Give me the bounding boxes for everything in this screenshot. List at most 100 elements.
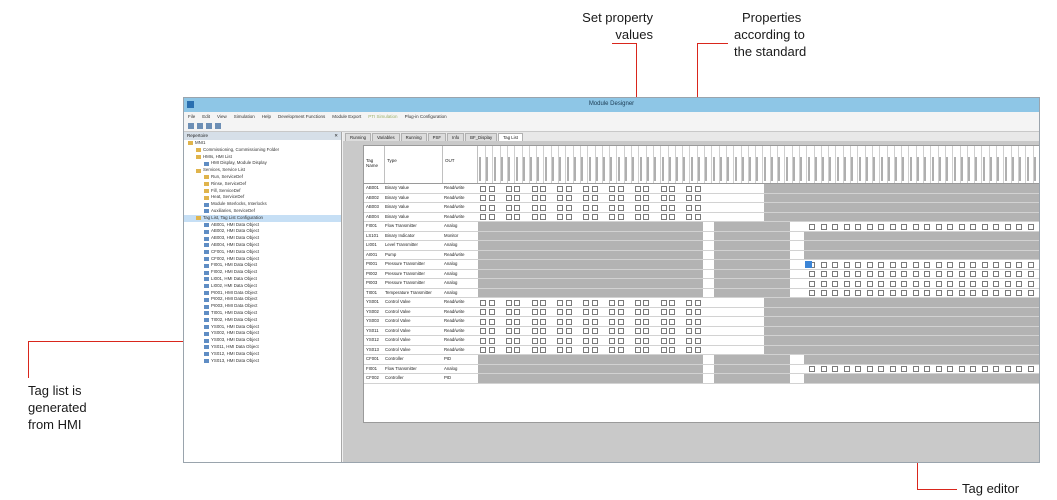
property-checkbox[interactable] — [566, 299, 572, 306]
property-checkbox[interactable] — [583, 328, 590, 334]
cell-type[interactable]: Controller — [385, 374, 441, 383]
cell-tag[interactable]: AI001 — [366, 251, 384, 260]
property-checkbox[interactable] — [1027, 261, 1034, 268]
property-checkbox[interactable] — [878, 261, 884, 268]
property-checkbox[interactable] — [505, 318, 512, 325]
property-checkbox[interactable] — [889, 223, 896, 230]
property-checkbox[interactable] — [878, 366, 884, 372]
cell-tag[interactable]: TI001 — [366, 289, 384, 298]
cell-type[interactable]: Flow Transmitter — [385, 222, 441, 231]
property-checkbox[interactable] — [505, 185, 512, 192]
property-checkbox[interactable] — [843, 223, 850, 230]
property-checkbox[interactable] — [540, 347, 547, 353]
property-checkbox[interactable] — [617, 185, 624, 192]
property-checkbox[interactable] — [947, 280, 953, 287]
property-checkbox[interactable] — [617, 204, 624, 211]
property-checkbox[interactable] — [488, 195, 495, 201]
property-checkbox[interactable] — [566, 347, 572, 353]
property-checkbox[interactable] — [832, 280, 838, 287]
property-checkbox[interactable] — [591, 185, 598, 192]
property-checkbox[interactable] — [901, 280, 907, 287]
property-checkbox[interactable] — [566, 185, 572, 192]
property-checkbox[interactable] — [855, 261, 861, 268]
save-icon[interactable] — [206, 123, 212, 129]
cell-cls[interactable]: Read/write — [444, 203, 474, 212]
tree-item[interactable]: TI001, HMI Data Object — [184, 310, 341, 317]
cell-cls[interactable]: Read/write — [444, 251, 474, 260]
property-checkbox[interactable] — [947, 290, 953, 296]
table-row[interactable]: FI001 Flow Transmitter Analog — [364, 222, 1039, 232]
property-checkbox[interactable] — [878, 290, 884, 296]
property-checkbox[interactable] — [1016, 290, 1022, 296]
property-checkbox[interactable] — [609, 337, 615, 344]
cell-tag[interactable]: AB003 — [366, 203, 384, 212]
property-checkbox[interactable] — [947, 223, 953, 230]
table-row[interactable]: AB004 Binary Value Read/write — [364, 212, 1039, 222]
property-checkbox[interactable] — [901, 366, 907, 372]
table-row[interactable]: LS101 Binary Indicator Monitor — [364, 231, 1039, 241]
cell-cls[interactable]: Read/write — [444, 194, 474, 203]
property-checkbox[interactable] — [669, 337, 676, 344]
table-row[interactable]: YS012 Control Valve Read/write — [364, 336, 1039, 346]
property-checkbox[interactable] — [878, 280, 884, 287]
property-checkbox[interactable] — [540, 309, 547, 315]
tree-item[interactable]: Heat, ServiceDef — [184, 194, 341, 201]
property-checkbox[interactable] — [488, 214, 495, 220]
property-checkbox[interactable] — [809, 280, 815, 287]
property-checkbox[interactable] — [695, 185, 701, 192]
property-checkbox[interactable] — [488, 328, 495, 334]
property-checkbox[interactable] — [488, 347, 495, 353]
property-checkbox[interactable] — [540, 328, 547, 334]
property-checkbox[interactable] — [820, 366, 827, 372]
property-checkbox[interactable] — [947, 366, 953, 372]
tree-item[interactable]: YS003, HMI Data Object — [184, 337, 341, 344]
menu-plugin-configuration[interactable]: Plug-in Configuration — [405, 114, 447, 119]
property-checkbox[interactable] — [531, 309, 538, 315]
table-row[interactable]: AB003 Binary Value Read/write — [364, 203, 1039, 213]
open-icon[interactable] — [197, 123, 203, 129]
property-checkbox[interactable] — [557, 204, 564, 211]
property-checkbox[interactable] — [583, 318, 590, 325]
property-checkbox[interactable] — [993, 223, 999, 230]
property-checkbox[interactable] — [1027, 290, 1034, 296]
property-checkbox[interactable] — [514, 214, 521, 220]
property-checkbox[interactable] — [843, 366, 850, 372]
property-checkbox[interactable] — [809, 290, 815, 296]
property-checkbox[interactable] — [643, 214, 650, 220]
table-row[interactable]: PI003 Pressure Transmitter Analog — [364, 279, 1039, 289]
property-checkbox[interactable] — [669, 214, 676, 220]
property-checkbox[interactable] — [695, 299, 701, 306]
property-checkbox[interactable] — [591, 347, 598, 353]
property-checkbox[interactable] — [1016, 366, 1022, 372]
property-checkbox[interactable] — [617, 195, 624, 201]
tree-item[interactable]: Rinse, ServiceDef — [184, 181, 341, 188]
property-checkbox[interactable] — [531, 185, 538, 192]
cell-type[interactable]: Pressure Transmitter — [385, 270, 441, 279]
property-checkbox[interactable] — [958, 280, 965, 287]
menu-pti-simulation[interactable]: PTI Simulation — [368, 114, 397, 119]
property-checkbox[interactable] — [832, 261, 838, 268]
property-checkbox[interactable] — [924, 280, 930, 287]
property-checkbox[interactable] — [643, 195, 650, 201]
menu-view[interactable]: View — [217, 114, 227, 119]
tree-item[interactable]: YS002, HMI Data Object — [184, 330, 341, 337]
cell-cls[interactable]: Monitor — [444, 232, 474, 241]
property-checkbox[interactable] — [591, 318, 598, 325]
property-checkbox[interactable] — [1004, 290, 1011, 296]
property-checkbox[interactable] — [912, 366, 919, 372]
property-checkbox[interactable] — [889, 366, 896, 372]
property-checkbox[interactable] — [557, 214, 564, 220]
property-checkbox[interactable] — [843, 271, 850, 277]
property-checkbox[interactable] — [993, 280, 999, 287]
property-checkbox[interactable] — [531, 195, 538, 201]
property-checkbox[interactable] — [843, 280, 850, 287]
cell-cls[interactable]: Analog — [444, 241, 474, 250]
property-checkbox[interactable] — [643, 299, 650, 306]
property-checkbox[interactable] — [993, 366, 999, 372]
property-checkbox[interactable] — [531, 328, 538, 334]
property-checkbox[interactable] — [669, 185, 676, 192]
table-row[interactable]: YS002 Control Valve Read/write — [364, 307, 1039, 317]
property-checkbox[interactable] — [591, 328, 598, 334]
property-checkbox[interactable] — [947, 271, 953, 277]
property-checkbox[interactable] — [480, 299, 486, 306]
